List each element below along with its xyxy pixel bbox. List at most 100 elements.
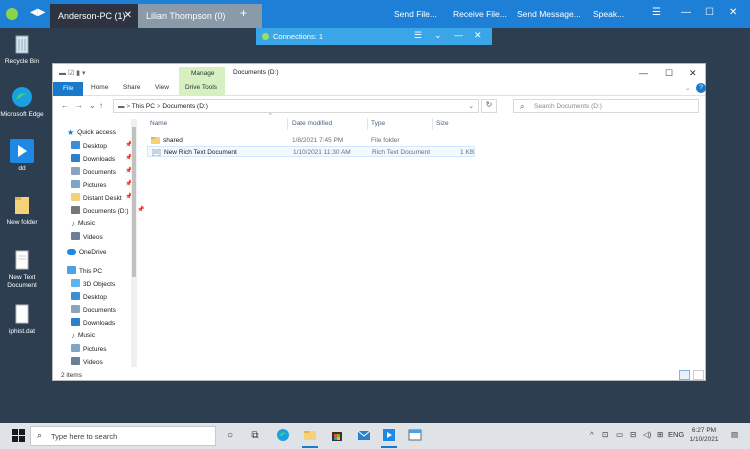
- status-bar: 2 items: [53, 370, 705, 382]
- tab-drive-tools[interactable]: Drive Tools: [185, 84, 217, 91]
- nav-onedrive[interactable]: OneDrive: [67, 249, 106, 261]
- column-header-size[interactable]: Size: [436, 120, 449, 127]
- nav-item-downloads[interactable]: Downloads 📌: [71, 154, 132, 166]
- close-icon[interactable]: ✕: [729, 7, 737, 18]
- large-icons-view-icon[interactable]: [693, 370, 704, 380]
- computer-icon: [67, 266, 76, 274]
- list-icon[interactable]: ☰: [414, 30, 422, 41]
- tab-home[interactable]: Home: [91, 84, 108, 91]
- speak-button[interactable]: Speak...: [593, 9, 624, 19]
- up-icon[interactable]: ↑: [99, 101, 103, 110]
- nav-item-desktop[interactable]: Desktop 📌: [71, 141, 132, 153]
- tab-share[interactable]: Share: [123, 84, 140, 91]
- task-view-icon[interactable]: ⧉: [247, 428, 263, 444]
- file-date: 1/10/2021 11:30 AM: [293, 149, 351, 156]
- mail-taskbar-icon[interactable]: [356, 428, 372, 444]
- clock[interactable]: 6:27 PM 1/10/2021: [686, 426, 722, 444]
- battery-icon[interactable]: ▭: [616, 430, 623, 439]
- nav-item-downloads[interactable]: Downloads: [71, 318, 115, 330]
- taskbar-search-input[interactable]: ⌕ Type here to search: [30, 426, 216, 446]
- breadcrumb-documents-d[interactable]: Documents (D:): [162, 103, 208, 110]
- nav-item-3d-objects[interactable]: 3D Objects: [71, 279, 115, 291]
- new-tab-button[interactable]: +: [240, 6, 247, 20]
- details-view-icon[interactable]: [679, 370, 690, 380]
- address-bar[interactable]: ▬ > This PC > Documents (D:) ⌄: [113, 99, 479, 113]
- nav-item-desktop[interactable]: Desktop: [71, 292, 107, 304]
- file-explorer-taskbar-icon[interactable]: [302, 428, 318, 448]
- minimize-icon[interactable]: —: [454, 30, 463, 40]
- nav-item-documents-d[interactable]: Documents (D:) 📌: [71, 206, 144, 218]
- breadcrumb-this-pc[interactable]: This PC: [132, 103, 155, 110]
- nav-quick-access[interactable]: ★ Quick access: [67, 128, 116, 140]
- tab-anderson-pc[interactable]: Anderson-PC (1) ✕: [50, 4, 138, 28]
- tray-app-icon[interactable]: ⊡: [602, 430, 608, 439]
- help-icon[interactable]: ?: [696, 83, 706, 93]
- menu-icon[interactable]: ☰: [652, 7, 661, 18]
- file-explorer-window: ▬ ☑ ▮ ▾ Documents (D:) — ☐ ✕ Manage File…: [52, 63, 706, 381]
- navigation-scrollbar[interactable]: [131, 119, 137, 367]
- network-icon[interactable]: ⊟: [630, 430, 636, 439]
- notifications-icon[interactable]: ▤: [731, 430, 738, 439]
- recent-chevron-icon[interactable]: ⌄: [89, 101, 96, 110]
- language-indicator[interactable]: ENG: [668, 430, 684, 439]
- desktop-icon-new-text-document[interactable]: New Text Document: [0, 248, 44, 290]
- refresh-button[interactable]: ↻: [481, 99, 497, 113]
- expand-ribbon-icon[interactable]: ⌄: [685, 84, 690, 92]
- nav-item-documents[interactable]: Documents: [71, 305, 116, 317]
- app-window-taskbar-icon[interactable]: [407, 428, 423, 444]
- chevron-down-icon[interactable]: ⌄: [434, 30, 442, 41]
- tray-app-icon[interactable]: ⊞: [657, 430, 663, 439]
- send-message-button[interactable]: Send Message...: [517, 9, 581, 19]
- close-icon[interactable]: ✕: [474, 30, 482, 41]
- column-divider[interactable]: [367, 118, 368, 130]
- file-row-new-rich-text-document[interactable]: New Rich Text Document 1/10/2021 11:30 A…: [147, 146, 475, 157]
- column-header-name[interactable]: Name: [150, 120, 167, 127]
- tab-file[interactable]: File: [53, 82, 83, 96]
- nav-item-distant-desktop[interactable]: Distant Deskt 📌: [71, 193, 132, 205]
- connection-status-icon: [262, 33, 269, 40]
- remote-app-taskbar-icon[interactable]: [381, 428, 397, 448]
- close-icon[interactable]: ✕: [689, 68, 697, 79]
- edge-taskbar-icon[interactable]: [275, 428, 291, 444]
- folder-icon: [151, 137, 160, 144]
- back-icon[interactable]: ←: [61, 101, 69, 110]
- volume-icon[interactable]: ◁): [643, 430, 651, 439]
- nav-item-music[interactable]: ♪ Music: [71, 219, 95, 231]
- scrollbar-thumb[interactable]: [132, 127, 136, 277]
- minimize-icon[interactable]: —: [681, 7, 691, 18]
- column-divider[interactable]: [432, 118, 433, 130]
- store-taskbar-icon[interactable]: [329, 428, 345, 444]
- desktop-icon-edge[interactable]: Microsoft Edge: [0, 85, 44, 119]
- windows-start-icon[interactable]: [12, 429, 26, 443]
- column-header-date[interactable]: Date modified: [292, 120, 332, 127]
- tray-overflow-icon[interactable]: ^: [590, 430, 594, 439]
- quick-access-toolbar-icons[interactable]: ▬ ☑ ▮ ▾: [59, 69, 85, 77]
- nav-item-pictures[interactable]: Pictures: [71, 344, 106, 356]
- desktop-icon-recycle-bin[interactable]: Recycle Bin: [0, 32, 44, 66]
- nav-item-pictures[interactable]: Pictures 📌: [71, 180, 132, 192]
- maximize-icon[interactable]: ☐: [705, 7, 714, 18]
- column-header-type[interactable]: Type: [371, 120, 385, 127]
- cortana-icon[interactable]: ○: [222, 428, 238, 444]
- desktop-icon-iphist[interactable]: iphist.dat: [0, 302, 44, 336]
- maximize-icon[interactable]: ☐: [665, 68, 673, 79]
- desktop-icon-new-folder[interactable]: New folder: [0, 193, 44, 227]
- column-divider[interactable]: [287, 118, 288, 130]
- file-row-shared[interactable]: shared 1/8/2021 7:45 PM File folder: [147, 135, 475, 146]
- nav-this-pc[interactable]: This PC: [67, 266, 102, 278]
- forward-icon[interactable]: →: [75, 101, 83, 110]
- nav-arrows-icon[interactable]: ◀▶: [30, 7, 45, 18]
- nav-item-videos[interactable]: Videos: [71, 357, 103, 369]
- tab-view[interactable]: View: [155, 84, 169, 91]
- address-dropdown-icon[interactable]: ⌄: [469, 102, 474, 110]
- desktop-icon-dd[interactable]: dd: [0, 139, 44, 173]
- receive-file-button[interactable]: Receive File...: [453, 9, 507, 19]
- minimize-icon[interactable]: —: [639, 68, 648, 78]
- send-file-button[interactable]: Send File...: [394, 9, 437, 19]
- file-size: 1 KB: [460, 149, 475, 156]
- nav-item-documents[interactable]: Documents 📌: [71, 167, 132, 179]
- nav-item-music[interactable]: ♪ Music: [71, 331, 95, 343]
- nav-item-videos[interactable]: Videos: [71, 232, 103, 244]
- search-input[interactable]: ⌕ Search Documents (D:): [513, 99, 699, 113]
- close-tab-icon[interactable]: ✕: [124, 10, 132, 21]
